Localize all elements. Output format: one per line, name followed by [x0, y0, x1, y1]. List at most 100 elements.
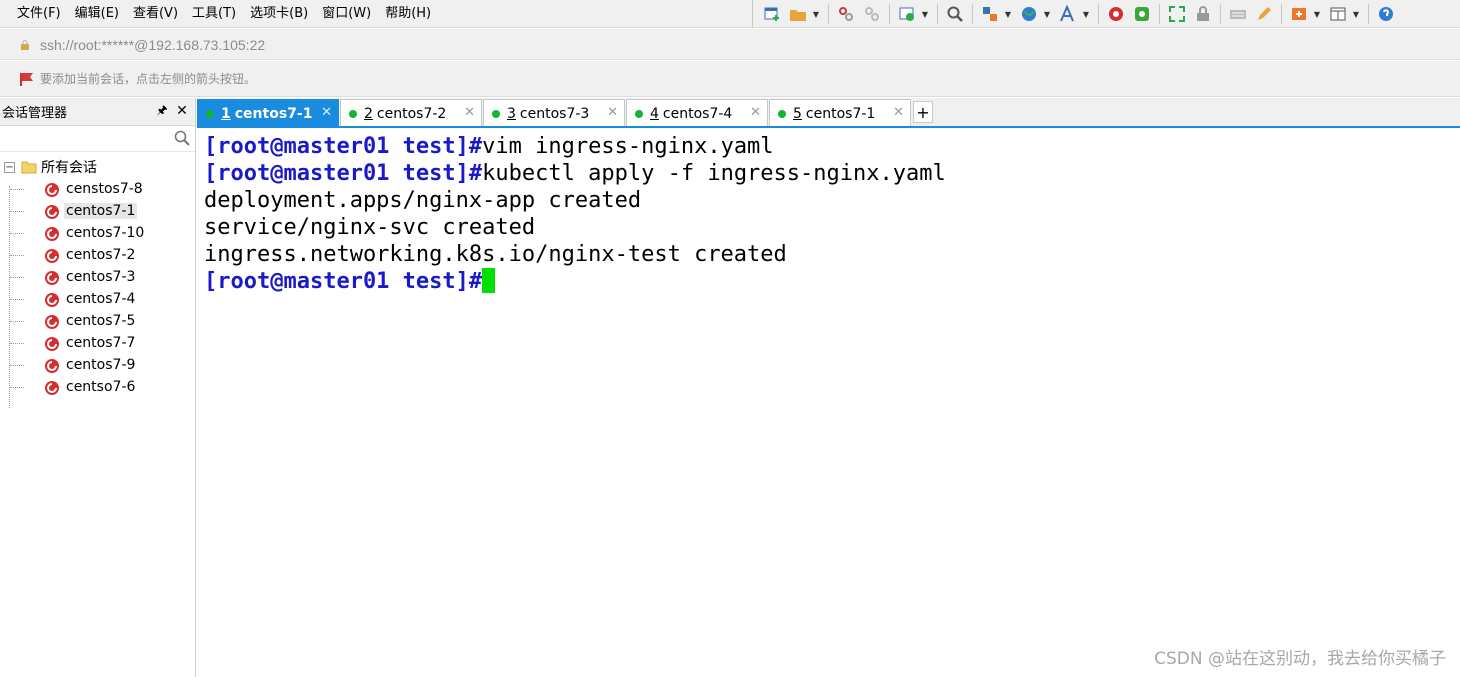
session-item[interactable]: centos7-9: [0, 354, 195, 376]
close-icon[interactable]: ✕: [893, 105, 904, 120]
chevron-down-icon[interactable]: ▼: [811, 3, 821, 25]
terminal-line: ingress.networking.k8s.io/nginx-test cre…: [204, 241, 1460, 268]
terminal-line: [root@master01 test]#kubectl apply -f in…: [204, 160, 1460, 187]
chevron-down-icon[interactable]: ▼: [1351, 3, 1361, 25]
watermark: CSDN @站在这别动，我去给你买橘子: [1154, 649, 1446, 669]
add-session-arrow-icon[interactable]: [18, 70, 36, 88]
close-icon[interactable]: ✕: [321, 105, 332, 120]
close-icon[interactable]: ✕: [175, 103, 189, 119]
toolbar-divider: [889, 4, 890, 24]
session-item[interactable]: centos7-3: [0, 266, 195, 288]
window-layout-icon[interactable]: [1327, 3, 1349, 25]
tab-session[interactable]: 3 centos7-3 ✕: [483, 99, 625, 127]
session-settings-icon[interactable]: [896, 3, 918, 25]
lock-icon[interactable]: [1192, 3, 1214, 25]
chevron-down-icon[interactable]: ▼: [1312, 3, 1322, 25]
menu-item[interactable]: 工具(T): [185, 2, 243, 26]
terminal-line: service/nginx-svc created: [204, 214, 1460, 241]
pin-icon[interactable]: 🖈: [155, 103, 169, 118]
globe-icon[interactable]: [1018, 3, 1040, 25]
status-dot-icon: [635, 109, 643, 118]
session-item[interactable]: censtos7-8: [0, 178, 195, 200]
tab-session[interactable]: 4 centos7-4 ✕: [626, 99, 768, 127]
session-item[interactable]: centos7-5: [0, 310, 195, 332]
keyboard-icon[interactable]: [1227, 3, 1249, 25]
connect-icon[interactable]: [835, 3, 857, 25]
terminal-cursor: [482, 268, 496, 293]
fullscreen-icon[interactable]: [1166, 3, 1188, 25]
address-input[interactable]: ssh://root:******@192.168.73.105:22: [10, 32, 1450, 57]
xftp-icon[interactable]: [1131, 3, 1153, 25]
tab-session[interactable]: 1 centos7-1 ✕: [197, 99, 339, 127]
terminal-prompt: [root@master01 test]#: [204, 134, 483, 159]
session-label: centos7-1: [64, 203, 138, 219]
toolbar-divider: [972, 4, 973, 24]
compose-icon[interactable]: [1253, 3, 1275, 25]
disconnect-icon[interactable]: [861, 3, 883, 25]
session-item[interactable]: centso7-6: [0, 376, 195, 398]
new-session-icon[interactable]: [761, 3, 783, 25]
session-manager-title: 会话管理器: [2, 106, 68, 121]
tab-title: centos7-1: [805, 105, 876, 122]
terminal-line: [root@master01 test]#: [204, 268, 1460, 295]
layout-icon[interactable]: [979, 3, 1001, 25]
toolbar-divider: [828, 4, 829, 24]
tab-label: 5 centos7-1: [793, 106, 875, 122]
close-icon[interactable]: ✕: [464, 105, 475, 120]
session-label: centos7-4: [66, 291, 136, 307]
menu-item[interactable]: 选项卡(B): [243, 2, 315, 26]
tab-session[interactable]: 5 centos7-1 ✕: [769, 99, 911, 127]
menu-item[interactable]: 查看(V): [126, 2, 185, 26]
terminal-text: service/nginx-svc created: [204, 215, 536, 240]
add-tab-button[interactable]: +: [913, 101, 933, 123]
toolbar-divider: [1281, 4, 1282, 24]
session-label: centos7-5: [66, 313, 136, 329]
session-label: centos7-9: [66, 357, 136, 373]
session-item[interactable]: centos7-4: [0, 288, 195, 310]
chevron-down-icon[interactable]: ▼: [920, 3, 930, 25]
tree-root-all-sessions[interactable]: − 所有会话: [0, 156, 195, 178]
tab-session[interactable]: 2 centos7-2 ✕: [340, 99, 482, 127]
menu-item[interactable]: 窗口(W): [315, 2, 378, 26]
terminal-text: deployment.apps/nginx-app created: [204, 188, 642, 213]
session-label: centos7-7: [66, 335, 136, 351]
close-icon[interactable]: ✕: [607, 105, 618, 120]
session-item[interactable]: centos7-10: [0, 222, 195, 244]
xshell-icon[interactable]: [1105, 3, 1127, 25]
close-icon[interactable]: ✕: [750, 105, 761, 120]
session-label: centso7-6: [66, 379, 136, 395]
terminal[interactable]: [root@master01 test]#vim ingress-nginx.y…: [198, 128, 1460, 677]
address-bar: ssh://root:******@192.168.73.105:22: [0, 29, 1460, 60]
session-item[interactable]: centos7-2: [0, 244, 195, 266]
toolbar-divider: [1220, 4, 1221, 24]
menu-item[interactable]: 帮助(H): [378, 2, 438, 26]
find-icon[interactable]: [944, 3, 966, 25]
terminal-prompt: [root@master01 test]#: [204, 269, 483, 294]
menu-item[interactable]: 编辑(E): [68, 2, 126, 26]
session-search[interactable]: [0, 126, 195, 152]
terminal-text: ingress.networking.k8s.io/nginx-test cre…: [204, 242, 787, 267]
session-icon: [45, 204, 59, 219]
session-icon: [45, 336, 59, 351]
terminal-text: vim ingress-nginx.yaml: [482, 134, 774, 159]
search-icon[interactable]: [173, 129, 191, 147]
lock-icon: [18, 38, 32, 52]
new-tab-icon[interactable]: [1288, 3, 1310, 25]
tab-label: 1 centos7-1: [221, 106, 312, 122]
font-icon[interactable]: [1057, 3, 1079, 25]
chevron-down-icon[interactable]: ▼: [1003, 3, 1013, 25]
open-folder-icon[interactable]: [787, 3, 809, 25]
collapse-icon[interactable]: −: [4, 161, 15, 173]
session-manager-header: 会话管理器 🖈 ✕: [0, 98, 195, 126]
session-label: centos7-2: [66, 247, 136, 263]
session-item[interactable]: centos7-7: [0, 332, 195, 354]
session-icon: [45, 314, 59, 329]
chevron-down-icon[interactable]: ▼: [1042, 3, 1052, 25]
menu-item[interactable]: 文件(F): [10, 2, 68, 26]
tab-title: centos7-1: [234, 105, 313, 122]
session-item[interactable]: centos7-1: [0, 200, 195, 222]
address-text: ssh://root:******@192.168.73.105:22: [40, 36, 266, 53]
help-icon[interactable]: [1375, 3, 1397, 25]
status-dot-icon: [492, 109, 500, 118]
chevron-down-icon[interactable]: ▼: [1081, 3, 1091, 25]
